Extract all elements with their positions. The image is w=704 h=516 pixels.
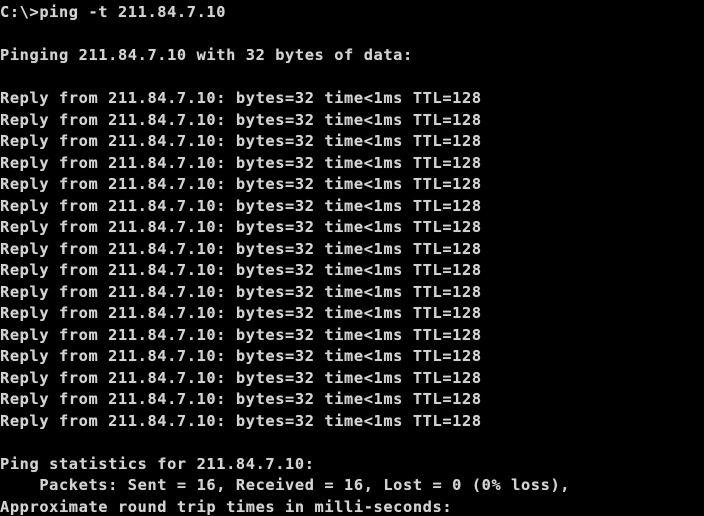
console-line: Reply from 211.84.7.10: bytes=32 time<1m… — [0, 325, 482, 344]
console-output-text[interactable]: C:\>ping -t 211.84.7.10 Pinging 211.84.7.… — [0, 0, 704, 516]
command-prompt-window[interactable]: C:\>ping -t 211.84.7.10 Pinging 211.84.7.… — [0, 0, 704, 516]
console-line: Reply from 211.84.7.10: bytes=32 time<1m… — [0, 304, 482, 322]
console-line: Reply from 211.84.7.10: bytes=32 time<1m… — [0, 347, 482, 365]
console-line: Reply from 211.84.7.10: bytes=32 time<1m… — [0, 110, 482, 129]
console-line: Reply from 211.84.7.10: bytes=32 time<1m… — [0, 153, 482, 172]
console-line: Reply from 211.84.7.10: bytes=32 time<1m… — [0, 175, 482, 193]
console-line: Packets: Sent = 16, Received = 16, Lost … — [0, 476, 571, 494]
console-line: Reply from 211.84.7.10: bytes=32 time<1m… — [0, 239, 482, 258]
console-line: Reply from 211.84.7.10: bytes=32 time<1m… — [0, 196, 482, 215]
console-line: C:\>ping -t 211.84.7.10 — [0, 3, 227, 21]
console-line: Reply from 211.84.7.10: bytes=32 time<1m… — [0, 89, 482, 107]
console-line: Reply from 211.84.7.10: bytes=32 time<1m… — [0, 411, 482, 430]
console-line: Reply from 211.84.7.10: bytes=32 time<1m… — [0, 132, 482, 150]
console-line: Approximate round trip times in milli-se… — [0, 497, 453, 516]
console-line: Reply from 211.84.7.10: bytes=32 time<1m… — [0, 218, 482, 236]
console-line: Pinging 211.84.7.10 with 32 bytes of dat… — [0, 46, 413, 64]
console-line: Reply from 211.84.7.10: bytes=32 time<1m… — [0, 368, 482, 387]
console-line: Reply from 211.84.7.10: bytes=32 time<1m… — [0, 261, 482, 279]
console-line: Ping statistics for 211.84.7.10: — [0, 454, 315, 473]
console-line: Reply from 211.84.7.10: bytes=32 time<1m… — [0, 282, 482, 301]
console-line: Reply from 211.84.7.10: bytes=32 time<1m… — [0, 390, 482, 408]
